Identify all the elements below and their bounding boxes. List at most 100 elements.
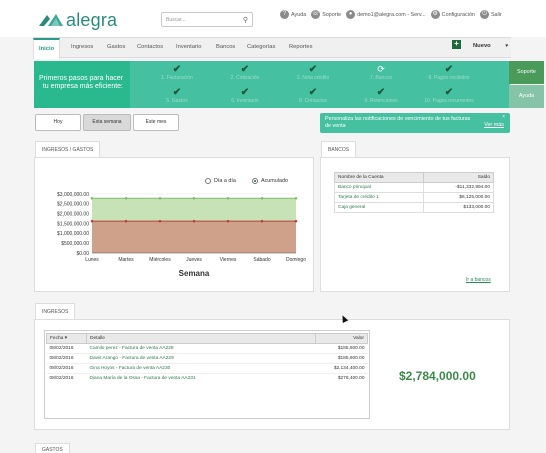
income-table: Fecha ▾ Detalle Valor 08/02/2016 Camilo … <box>46 333 368 383</box>
onboarding-row2-step-4[interactable]: ✔ 9. Retenciones <box>350 87 412 110</box>
search-placeholder: Buscar... <box>166 17 186 23</box>
income-header-detail: Detalle <box>86 333 316 344</box>
table-row[interactable]: Caja general $133,000.00 <box>334 202 495 213</box>
search-input[interactable]: Buscar... ⚲ <box>161 12 253 27</box>
checkmark-icon: ✔ <box>240 87 250 98</box>
tab-income[interactable]: INGRESOS <box>35 303 76 319</box>
onboarding-row1-step-1[interactable]: ✔ 1. Facturación <box>146 64 208 87</box>
y-tick-label: $2,000,000.00 <box>57 211 89 217</box>
banks-header-balance: Saldo <box>422 172 495 183</box>
checkmark-icon: ✔ <box>172 87 182 98</box>
onboarding-row2-step-3[interactable]: ✔ 8. Contactos <box>282 87 344 110</box>
today-button[interactable]: Hoy <box>35 114 81 131</box>
table-row[interactable]: 08/02/2016 Gina Hoyos - Factura de venta… <box>46 363 368 374</box>
series-point-1 <box>158 196 162 200</box>
income-detail[interactable]: Camilo perez - Factura de venta AA228 <box>86 343 316 354</box>
nav-item-inicio[interactable]: Inicio <box>33 38 61 59</box>
income-date: 08/02/2016 <box>46 353 87 364</box>
nav-item-contactos[interactable]: Contactos <box>137 44 163 50</box>
income-detail[interactable]: Diana María de la Ossa - Factura de vent… <box>86 373 316 383</box>
series-point-1 <box>260 196 264 200</box>
x-tick-label: Jueves <box>186 257 202 263</box>
series-point-1 <box>90 196 94 200</box>
nav-item-gastos[interactable]: Gastos <box>107 44 125 50</box>
radio-daily[interactable] <box>205 178 211 184</box>
nav-item-categorias[interactable]: Categorías <box>247 44 275 50</box>
y-tick-label: $1,500,000.00 <box>57 221 89 227</box>
notification-banner: Personaliza las notificaciones de vencim… <box>320 113 510 133</box>
user-menu[interactable]: ● demo1@alegra.com - Serv... <box>346 10 426 19</box>
step-label: 5. Gastos <box>166 98 188 104</box>
table-row[interactable]: 08/02/2016 Davis Arango - Factura de ven… <box>46 353 368 364</box>
income-header-value: Valor <box>315 333 368 344</box>
income-date: 08/02/2016 <box>46 363 87 374</box>
legend-daily[interactable]: Día a día <box>205 178 236 184</box>
onboarding-row1-step-3[interactable]: ✔ 3. Nota crédito <box>282 64 344 87</box>
close-icon[interactable]: × <box>506 58 510 64</box>
step-label: 8. Pagos recibidos <box>428 75 470 81</box>
search-icon[interactable]: ⚲ <box>243 16 248 24</box>
logout-link[interactable]: ⏻ Salir <box>479 10 502 19</box>
bank-name[interactable]: Banco principal <box>334 182 424 193</box>
notification-close-icon[interactable]: × <box>502 114 505 121</box>
tab-banks[interactable]: BANCOS <box>321 141 357 157</box>
step-label: 3. Nota crédito <box>296 75 330 81</box>
checkmark-icon: ✔ <box>172 64 182 75</box>
onboarding-row1-step-5[interactable]: ✔ 8. Pagos recibidos <box>418 64 480 87</box>
support-link[interactable]: ☏ Soporte <box>311 10 341 19</box>
legend-daily-label: Día a día <box>214 178 236 184</box>
support-button[interactable]: Soporte <box>509 61 544 84</box>
bank-name[interactable]: Caja general <box>334 202 424 213</box>
bank-balance: $133,000.00 <box>422 202 495 213</box>
nav-item-inventario[interactable]: Inventario <box>176 44 201 50</box>
alegra-logo-icon <box>39 14 63 26</box>
table-row[interactable]: 08/02/2016 Diana María de la Ossa - Fact… <box>46 373 368 383</box>
go-to-banks-link[interactable]: Ir a bancos <box>466 277 491 283</box>
this-week-button[interactable]: Esta semana <box>83 114 131 131</box>
plus-icon[interactable]: + <box>452 40 461 49</box>
nav-item-reportes[interactable]: Reportes <box>289 44 313 50</box>
x-tick-label: Domingo <box>286 257 306 263</box>
onboarding-row2-step-2[interactable]: ✔ 6. Inventario <box>214 87 276 110</box>
series-point-2 <box>90 219 94 223</box>
this-month-button[interactable]: Este mes <box>133 114 179 131</box>
nav-item-ingresos[interactable]: Ingresos <box>71 44 93 50</box>
table-row[interactable]: 08/02/2016 Camilo perez - Factura de ven… <box>46 343 368 354</box>
caret-down-icon: ▾ <box>505 43 508 49</box>
nav-item-bancos[interactable]: Bancos <box>216 44 235 50</box>
legend-cumulative-label: Acumulado <box>261 178 288 184</box>
series-point-2 <box>260 219 264 223</box>
onboarding-row1-step-2[interactable]: ✔ 2. Cotización <box>214 64 276 87</box>
onboarding-row2-step-1[interactable]: ✔ 5. Gastos <box>146 87 208 110</box>
income-detail[interactable]: Gina Hoyos - Factura de venta AA230 <box>86 363 316 374</box>
onboarding-row2-step-5[interactable]: ✔ 10. Pagos recurrentes <box>418 87 480 110</box>
banks-header-name: Nombre de la Cuenta <box>334 172 424 183</box>
new-button[interactable]: Nuevo ▾ <box>465 37 511 57</box>
table-row[interactable]: Tarjeta de crédito 1 $6,125,000.00 <box>334 192 495 203</box>
income-header-date[interactable]: Fecha ▾ <box>46 333 87 344</box>
tab-income-expense[interactable]: INGRESOS / GASTOS <box>35 141 101 157</box>
income-value: $278,400.00 <box>315 373 368 383</box>
radio-cumulative[interactable] <box>252 178 258 184</box>
table-row[interactable]: Banco principal -$11,332,994.00 <box>334 182 495 193</box>
onboarding-banner: Primeros pasos para hacer tu empresa más… <box>34 61 544 110</box>
help-button[interactable]: Ayuda <box>509 85 544 108</box>
income-detail[interactable]: Davis Arango - Factura de venta AA229 <box>86 353 316 364</box>
tab-expenses[interactable]: GASTOS <box>35 443 70 453</box>
help-link[interactable]: ? Ayuda <box>280 10 306 19</box>
new-button-label: Nuevo <box>473 43 491 49</box>
series-point-1 <box>226 196 230 200</box>
onboarding-row1-step-4[interactable]: ⟳ 7. Bancos <box>350 64 412 87</box>
legend-cumulative[interactable]: Acumulado <box>252 178 288 184</box>
notification-link[interactable]: Ver más <box>484 122 504 129</box>
step-label: 10. Pagos recurrentes <box>424 98 474 104</box>
series-point-1 <box>294 196 298 200</box>
settings-link[interactable]: ⚙ Configuración <box>430 10 475 19</box>
alegra-logo[interactable]: alegra <box>38 10 117 30</box>
notification-text: Personaliza las notificaciones de vencim… <box>325 116 471 129</box>
x-tick-label: Sábado <box>253 257 270 263</box>
bank-name[interactable]: Tarjeta de crédito 1 <box>334 192 424 203</box>
y-tick-label: $2,500,000.00 <box>57 202 89 208</box>
top-links: ? Ayuda ☏ Soporte ● demo1@alegra.com - Serv… <box>280 10 507 19</box>
income-value: $185,600.00 <box>315 343 368 354</box>
